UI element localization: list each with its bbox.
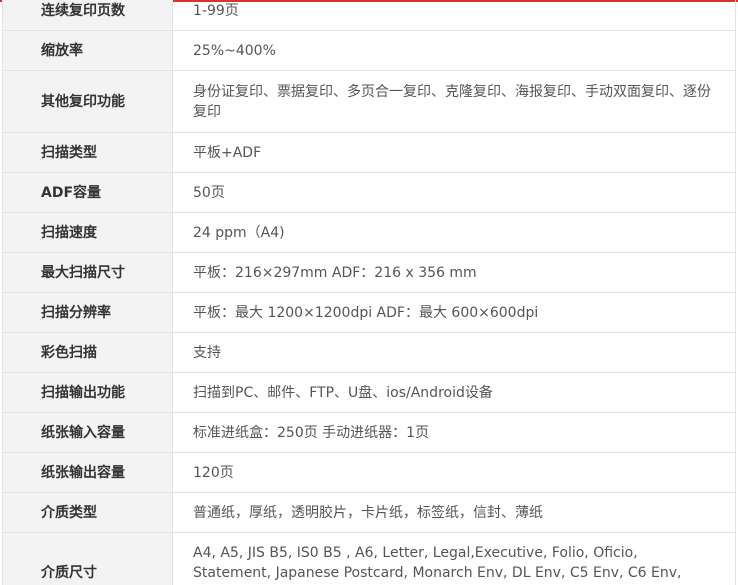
spec-label: 扫描输出功能 [2, 372, 173, 413]
spec-row: ADF容量 50页 [2, 172, 736, 213]
spec-label: ADF容量 [2, 172, 173, 213]
spec-value: 平板：216×297mm ADF：216 x 356 mm [172, 252, 736, 293]
spec-row: 扫描输出功能 扫描到PC、邮件、FTP、U盘、ios/Android设备 [2, 372, 736, 413]
spec-value: 普通纸，厚纸，透明胶片，卡片纸，标签纸，信封、薄纸 [172, 492, 736, 533]
spec-page: 连续复印页数 1-99页 缩放率 25%~400% 其他复印功能 身份证复印、票… [0, 0, 738, 585]
spec-row: 连续复印页数 1-99页 [2, 0, 736, 31]
spec-row: 扫描类型 平板+ADF [2, 132, 736, 173]
spec-value: 扫描到PC、邮件、FTP、U盘、ios/Android设备 [172, 372, 736, 413]
spec-label: 扫描类型 [2, 132, 173, 173]
spec-row: 其他复印功能 身份证复印、票据复印、多页合一复印、克隆复印、海报复印、手动双面复… [2, 70, 736, 133]
spec-row: 最大扫描尺寸 平板：216×297mm ADF：216 x 356 mm [2, 252, 736, 293]
spec-value: 身份证复印、票据复印、多页合一复印、克隆复印、海报复印、手动双面复印、逐份复印 [172, 70, 736, 133]
spec-label: 介质类型 [2, 492, 173, 533]
spec-row: 介质类型 普通纸，厚纸，透明胶片，卡片纸，标签纸，信封、薄纸 [2, 492, 736, 533]
spec-label: 连续复印页数 [2, 0, 173, 31]
spec-label: 彩色扫描 [2, 332, 173, 373]
spec-value: 平板+ADF [172, 132, 736, 173]
spec-value: 标准进纸盒：250页 手动进纸器：1页 [172, 412, 736, 453]
spec-value: 50页 [172, 172, 736, 213]
spec-value: 1-99页 [172, 0, 736, 31]
spec-label: 缩放率 [2, 30, 173, 71]
spec-value: 25%~400% [172, 30, 736, 71]
spec-value: 24 ppm（A4) [172, 212, 736, 253]
spec-row: 缩放率 25%~400% [2, 30, 736, 71]
spec-label: 最大扫描尺寸 [2, 252, 173, 293]
spec-row: 扫描分辨率 平板：最大 1200×1200dpi ADF：最大 600×600d… [2, 292, 736, 333]
spec-row: 纸张输入容量 标准进纸盒：250页 手动进纸器：1页 [2, 412, 736, 453]
spec-label: 其他复印功能 [2, 70, 173, 133]
spec-table: 连续复印页数 1-99页 缩放率 25%~400% 其他复印功能 身份证复印、票… [2, 0, 736, 585]
spec-label: 扫描速度 [2, 212, 173, 253]
spec-label: 纸张输出容量 [2, 452, 173, 493]
spec-value: A4, A5, JIS B5, IS0 B5 , A6, Letter, Leg… [172, 532, 736, 585]
spec-row: 彩色扫描 支持 [2, 332, 736, 373]
spec-row: 扫描速度 24 ppm（A4) [2, 212, 736, 253]
spec-label: 介质尺寸 [2, 532, 173, 585]
spec-value: 120页 [172, 452, 736, 493]
spec-value: 支持 [172, 332, 736, 373]
spec-value: 平板：最大 1200×1200dpi ADF：最大 600×600dpi [172, 292, 736, 333]
spec-label: 扫描分辨率 [2, 292, 173, 333]
spec-row: 介质尺寸 A4, A5, JIS B5, IS0 B5 , A6, Letter… [2, 532, 736, 585]
spec-label: 纸张输入容量 [2, 412, 173, 453]
spec-row: 纸张输出容量 120页 [2, 452, 736, 493]
